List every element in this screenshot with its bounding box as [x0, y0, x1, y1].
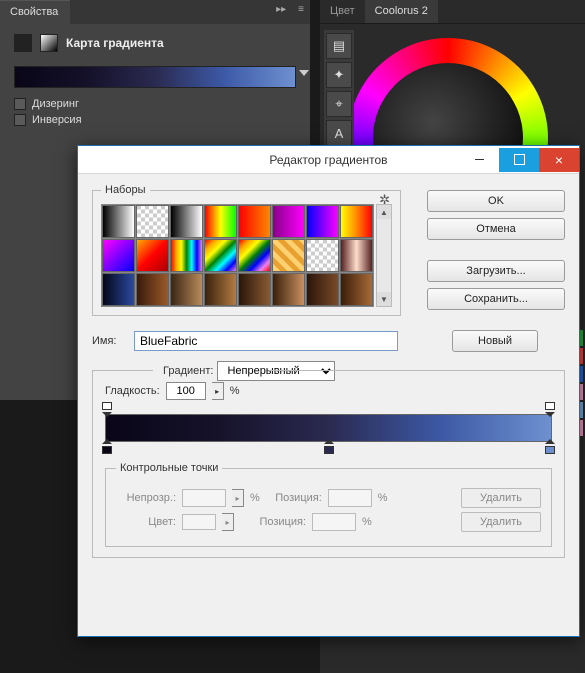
panel-menu-icon[interactable]: ≡ [292, 0, 310, 24]
preset-scrollbar[interactable]: ▲ ▼ [376, 204, 392, 307]
color-label: Цвет: [116, 516, 176, 528]
preset-swatch[interactable] [102, 205, 135, 238]
control-points-fieldset: Контрольные точки Непрозр.: ▸ % Позиция:… [105, 462, 552, 547]
gradient-map-title: Карта градиента [66, 36, 164, 50]
preset-swatch[interactable] [136, 273, 169, 306]
position-label: Позиция: [240, 516, 306, 528]
preset-swatch[interactable] [306, 239, 339, 272]
color-swatch [182, 514, 216, 530]
preset-swatch[interactable] [170, 239, 203, 272]
window-maximize-button[interactable] [499, 148, 539, 172]
tool-button[interactable]: ✦ [326, 62, 352, 88]
inversion-checkbox[interactable] [14, 114, 26, 126]
panel-collapse-icon[interactable]: ▸▸ [270, 0, 292, 24]
gradient-editor-bar[interactable] [105, 414, 552, 442]
preset-swatch[interactable] [204, 205, 237, 238]
preset-swatch[interactable] [238, 273, 271, 306]
smoothness-label: Гладкость: [105, 385, 160, 397]
presets-legend: Наборы [101, 184, 150, 196]
scroll-up-icon[interactable]: ▲ [377, 205, 391, 219]
preset-swatch[interactable] [340, 239, 373, 272]
position-label: Позиция: [266, 492, 322, 504]
control-points-legend: Контрольные точки [116, 462, 222, 474]
tool-button[interactable]: ▤ [326, 33, 352, 59]
dithering-label: Дизеринг [32, 98, 79, 110]
tool-button[interactable]: A [326, 120, 352, 146]
preset-swatch[interactable] [102, 273, 135, 306]
presets-fieldset: Наборы ✲ ▲ ▼ [92, 184, 401, 316]
preset-swatch[interactable] [340, 205, 373, 238]
ok-button[interactable]: OK [427, 190, 565, 212]
color-picker-arrow: ▸ [222, 513, 234, 531]
delete-opacity-button: Удалить [461, 488, 541, 508]
opacity-stepper: ▸ [232, 489, 244, 507]
preset-swatch[interactable] [170, 205, 203, 238]
save-button[interactable]: Сохранить... [427, 288, 565, 310]
percent-sign: % [362, 516, 372, 528]
tab-color[interactable]: Цвет [320, 0, 365, 23]
smoothness-stepper[interactable]: ▸ [212, 382, 224, 400]
preset-swatch[interactable] [204, 273, 237, 306]
preset-grid [101, 204, 374, 307]
name-label: Имя: [92, 335, 126, 347]
tool-button[interactable]: ⌖ [326, 91, 352, 117]
scroll-down-icon[interactable]: ▼ [377, 292, 391, 306]
preset-swatch[interactable] [238, 239, 271, 272]
dialog-title: Редактор градиентов [198, 153, 459, 167]
preset-swatch[interactable] [204, 239, 237, 272]
preset-swatch[interactable] [170, 273, 203, 306]
adjustment-icon [14, 34, 32, 52]
percent-sign: % [250, 492, 260, 504]
window-close-button[interactable]: × [539, 148, 579, 172]
dithering-checkbox[interactable] [14, 98, 26, 110]
preset-swatch[interactable] [102, 239, 135, 272]
percent-sign: % [378, 492, 388, 504]
gradient-editor-dialog: Редактор градиентов × Наборы ✲ ▲ ▼ OK От… [77, 145, 580, 637]
percent-sign: % [230, 385, 240, 397]
gradient-preview[interactable] [14, 66, 296, 88]
gradient-map-icon [40, 34, 58, 52]
preset-swatch[interactable] [272, 273, 305, 306]
preset-swatch[interactable] [272, 205, 305, 238]
preset-swatch[interactable] [136, 205, 169, 238]
color-position-input [312, 513, 356, 531]
window-minimize-button[interactable] [459, 148, 499, 172]
dialog-titlebar[interactable]: Редактор градиентов × [78, 146, 579, 174]
preset-swatch[interactable] [238, 205, 271, 238]
preset-swatch[interactable] [340, 273, 373, 306]
properties-tabbar: Свойства ▸▸ ≡ [0, 0, 310, 24]
preset-swatch[interactable] [136, 239, 169, 272]
tool-strip: ▤ ✦ ⌖ A [324, 30, 354, 149]
gradient-group: Градиент: Непрерывный Гладкость: ▸ % [92, 370, 565, 558]
name-input[interactable] [134, 331, 398, 351]
opacity-input [182, 489, 226, 507]
opacity-position-input [328, 489, 372, 507]
gradient-type-label: Градиент: [163, 365, 213, 377]
properties-tab[interactable]: Свойства [0, 0, 70, 24]
preset-swatch[interactable] [306, 205, 339, 238]
delete-color-button: Удалить [461, 512, 541, 532]
cancel-button[interactable]: Отмена [427, 218, 565, 240]
inversion-label: Инверсия [32, 114, 82, 126]
opacity-label: Непрозр.: [116, 492, 176, 504]
tab-coolorus[interactable]: Coolorus 2 [365, 0, 438, 23]
preset-swatch[interactable] [306, 273, 339, 306]
preset-swatch[interactable] [272, 239, 305, 272]
smoothness-input[interactable] [166, 382, 206, 400]
load-button[interactable]: Загрузить... [427, 260, 565, 282]
new-button[interactable]: Новый [452, 330, 538, 352]
gradient-type-select[interactable]: Непрерывный [217, 361, 335, 381]
